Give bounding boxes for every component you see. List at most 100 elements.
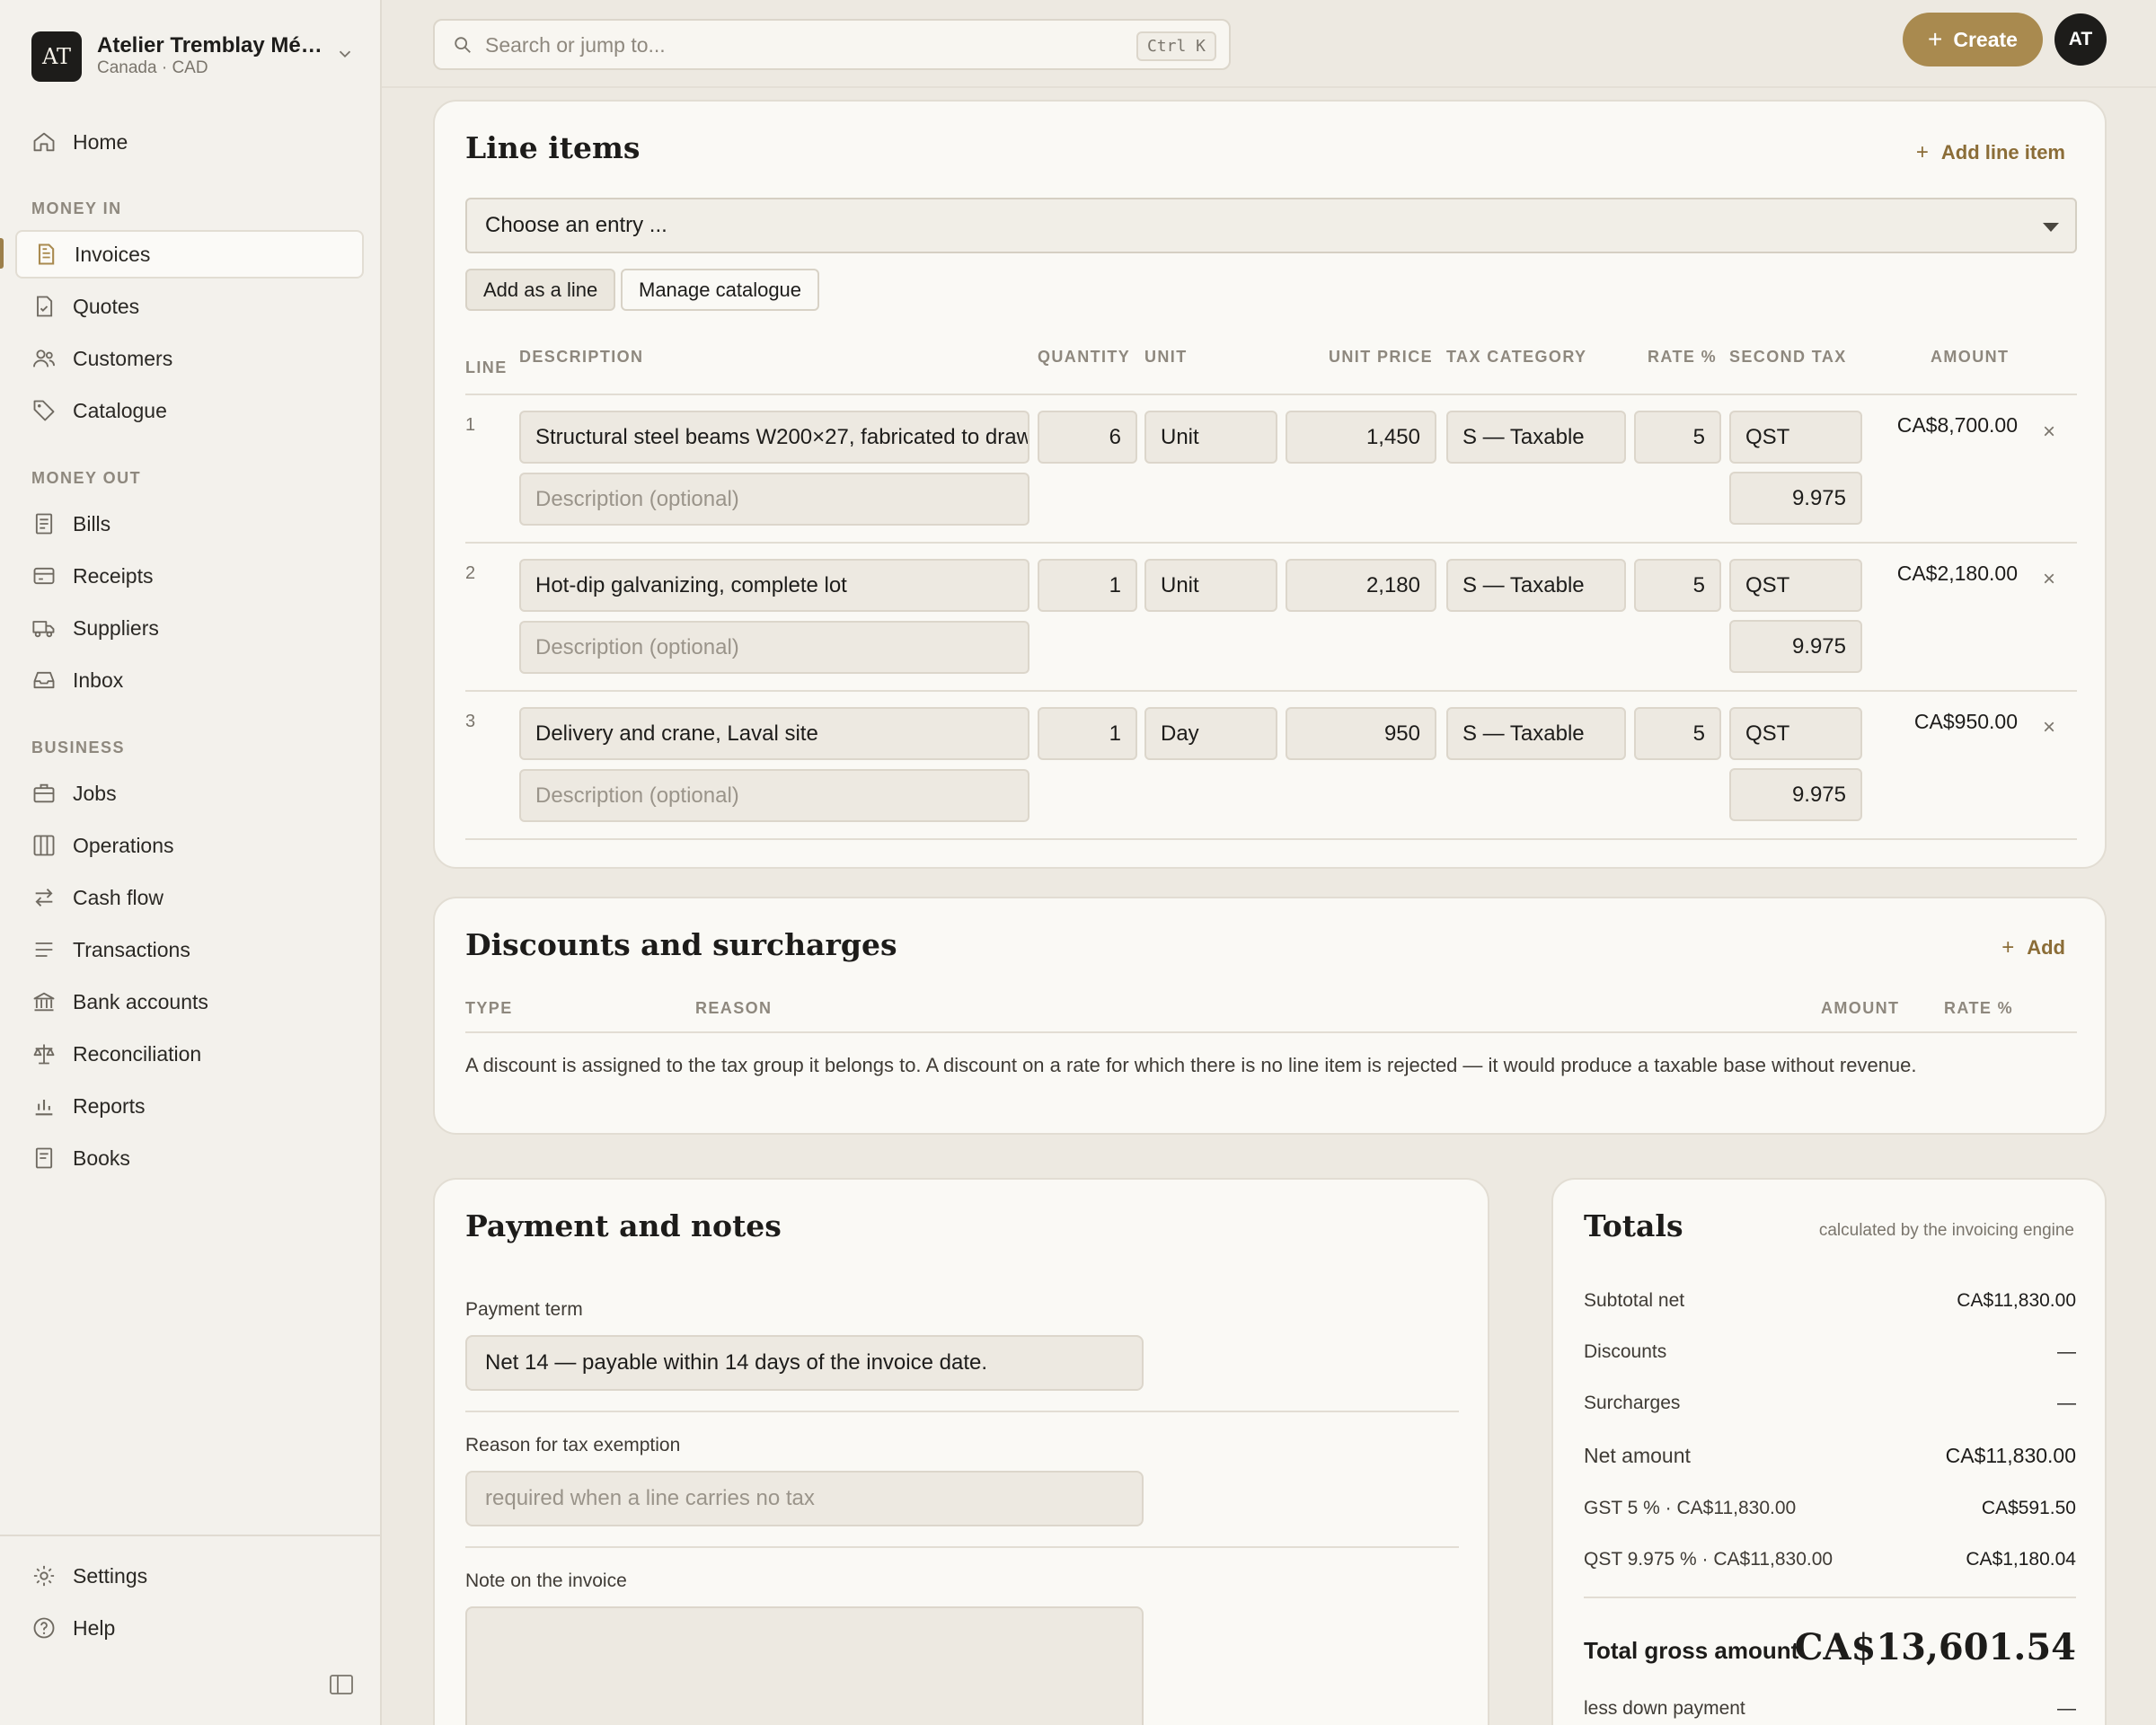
unit-price-field[interactable]: 950 — [1286, 707, 1436, 760]
nav-cash-flow[interactable]: Cash flow — [15, 873, 364, 922]
tag-icon — [33, 400, 55, 421]
nav-bank-accounts[interactable]: Bank accounts — [15, 978, 364, 1026]
plus-icon: + — [2001, 935, 2015, 960]
net-amount-value: CA$11,830.00 — [1945, 1444, 2076, 1467]
add-line-item-label: Add line item — [1940, 141, 2065, 164]
create-button[interactable]: + Create — [1903, 13, 2043, 66]
add-line-item-button[interactable]: + Add line item — [1916, 140, 2065, 165]
nav-operations[interactable]: Operations — [15, 821, 364, 870]
surcharges-value: — — [2057, 1393, 2076, 1413]
nav-inbox[interactable]: Inbox — [15, 656, 364, 704]
subtotal-net-value: CA$11,830.00 — [1957, 1290, 2076, 1311]
nav-bills[interactable]: Bills — [15, 500, 364, 548]
tax-category-select[interactable]: S — Taxable — [1446, 559, 1626, 612]
search-icon — [455, 37, 471, 53]
nav-customers[interactable]: Customers — [15, 334, 364, 383]
rate-field[interactable]: 5 — [1634, 411, 1721, 464]
scale-icon — [33, 1044, 55, 1065]
nav-reconciliation[interactable]: Reconciliation — [15, 1030, 364, 1078]
quantity-field[interactable]: 1 — [1038, 707, 1137, 760]
line-amount: CA$8,700.00 — [1896, 413, 2018, 437]
tax-exemption-field[interactable]: required when a line carries no tax — [465, 1471, 1144, 1526]
nav-reports[interactable]: Reports — [15, 1082, 364, 1130]
row-divider — [465, 690, 2077, 692]
bar-chart-icon — [35, 1100, 53, 1116]
quantity-field[interactable]: 1 — [1038, 559, 1137, 612]
unit-price-field[interactable]: 2,180 — [1286, 559, 1436, 612]
second-rate-field[interactable]: 9.975 — [1729, 768, 1862, 821]
help-icon — [33, 1617, 55, 1639]
add-discount-button[interactable]: + Add — [2001, 935, 2065, 960]
nav-quotes-label: Quotes — [73, 294, 140, 318]
header-type: TYPE — [465, 999, 513, 1017]
nav-home[interactable]: Home — [15, 118, 364, 166]
unit-field[interactable]: Unit — [1144, 411, 1277, 464]
quantity-field[interactable]: 6 — [1038, 411, 1137, 464]
rate-field[interactable]: 5 — [1634, 559, 1721, 612]
chevron-down-icon — [339, 50, 351, 58]
description-field[interactable]: Delivery and crane, Laval site — [519, 707, 1029, 760]
nav-jobs[interactable]: Jobs — [15, 769, 364, 818]
net-amount-label: Net amount — [1584, 1444, 1691, 1467]
header-rate: RATE % — [1648, 348, 1718, 366]
search-box[interactable]: Ctrl K — [433, 19, 1231, 70]
nav-quotes[interactable]: Quotes — [15, 282, 364, 331]
organization-switcher[interactable]: AT Atelier Tremblay Mé… Canada · CAD — [31, 31, 355, 84]
rate-field[interactable]: 5 — [1634, 707, 1721, 760]
sub-description-field[interactable]: Description (optional) — [519, 769, 1029, 822]
unit-field[interactable]: Day — [1144, 707, 1277, 760]
catalogue-entry-select[interactable]: Choose an entry ... — [465, 198, 2077, 253]
nav-invoices-label: Invoices — [75, 242, 151, 266]
nav-catalogue[interactable]: Catalogue — [15, 386, 364, 435]
invoice-icon — [38, 243, 55, 265]
gross-total-row: Total gross amount CA$13,601.54 — [1584, 1626, 2076, 1671]
nav-receipts[interactable]: Receipts — [15, 552, 364, 600]
qst-value: CA$1,180.04 — [1966, 1549, 2076, 1570]
nav-settings[interactable]: Settings — [15, 1552, 364, 1600]
line-items-title: Line items — [465, 130, 641, 165]
second-rate-field[interactable]: 9.975 — [1729, 472, 1862, 525]
header-unit-price: UNIT PRICE — [1329, 348, 1434, 366]
description-field[interactable]: Hot-dip galvanizing, complete lot — [519, 559, 1029, 612]
table-header-divider — [465, 394, 2077, 395]
sub-description-field[interactable]: Description (optional) — [519, 621, 1029, 674]
description-field[interactable]: Structural steel beams W200×27, fabricat… — [519, 411, 1029, 464]
bank-icon — [33, 992, 55, 1012]
user-avatar[interactable]: AT — [2054, 13, 2107, 66]
nav-suppliers[interactable]: Suppliers — [15, 604, 364, 652]
remove-line-button[interactable]: × — [2043, 420, 2055, 445]
totals-card: Totals calculated by the invoicing engin… — [1551, 1178, 2107, 1725]
remove-line-button[interactable]: × — [2043, 567, 2055, 592]
briefcase-icon — [33, 783, 55, 803]
payment-term-field[interactable]: Net 14 — payable within 14 days of the i… — [465, 1335, 1144, 1391]
nav-reports-label: Reports — [73, 1093, 146, 1118]
caret-down-icon — [2043, 223, 2059, 232]
gst-label: GST 5 % · CA$11,830.00 — [1584, 1498, 1797, 1518]
net-amount-row: Net amount CA$11,830.00 — [1584, 1444, 2076, 1468]
remove-line-button[interactable]: × — [2043, 715, 2055, 740]
list-icon — [35, 942, 53, 957]
invoice-note-textarea[interactable] — [465, 1606, 1144, 1725]
second-rate-field[interactable]: 9.975 — [1729, 620, 1862, 673]
tax-category-select[interactable]: S — Taxable — [1446, 411, 1626, 464]
add-as-line-button[interactable]: Add as a line — [465, 269, 616, 311]
unit-field[interactable]: Unit — [1144, 559, 1277, 612]
line-amount: CA$950.00 — [1913, 710, 2018, 733]
tax-category-select[interactable]: S — Taxable — [1446, 707, 1626, 760]
sidebar-collapse-icon[interactable] — [330, 1675, 353, 1694]
sub-description-field[interactable]: Description (optional) — [519, 473, 1029, 526]
nav-invoices[interactable]: Invoices — [15, 230, 364, 279]
header-description: DESCRIPTION — [519, 348, 644, 366]
unit-price-field[interactable]: 1,450 — [1286, 411, 1436, 464]
nav-help[interactable]: Help — [15, 1604, 364, 1652]
nav-books[interactable]: Books — [15, 1134, 364, 1182]
search-input[interactable] — [485, 30, 1114, 60]
nav-operations-label: Operations — [73, 833, 174, 857]
manage-catalogue-button[interactable]: Manage catalogue — [621, 269, 820, 311]
nav-customers-label: Customers — [73, 346, 173, 370]
header-unit: UNIT — [1144, 348, 1188, 366]
nav-transactions[interactable]: Transactions — [15, 925, 364, 974]
header-amount: AMOUNT — [1931, 348, 2010, 366]
payment-term-label: Payment term — [465, 1299, 583, 1320]
discounts-value: — — [2057, 1341, 2076, 1362]
